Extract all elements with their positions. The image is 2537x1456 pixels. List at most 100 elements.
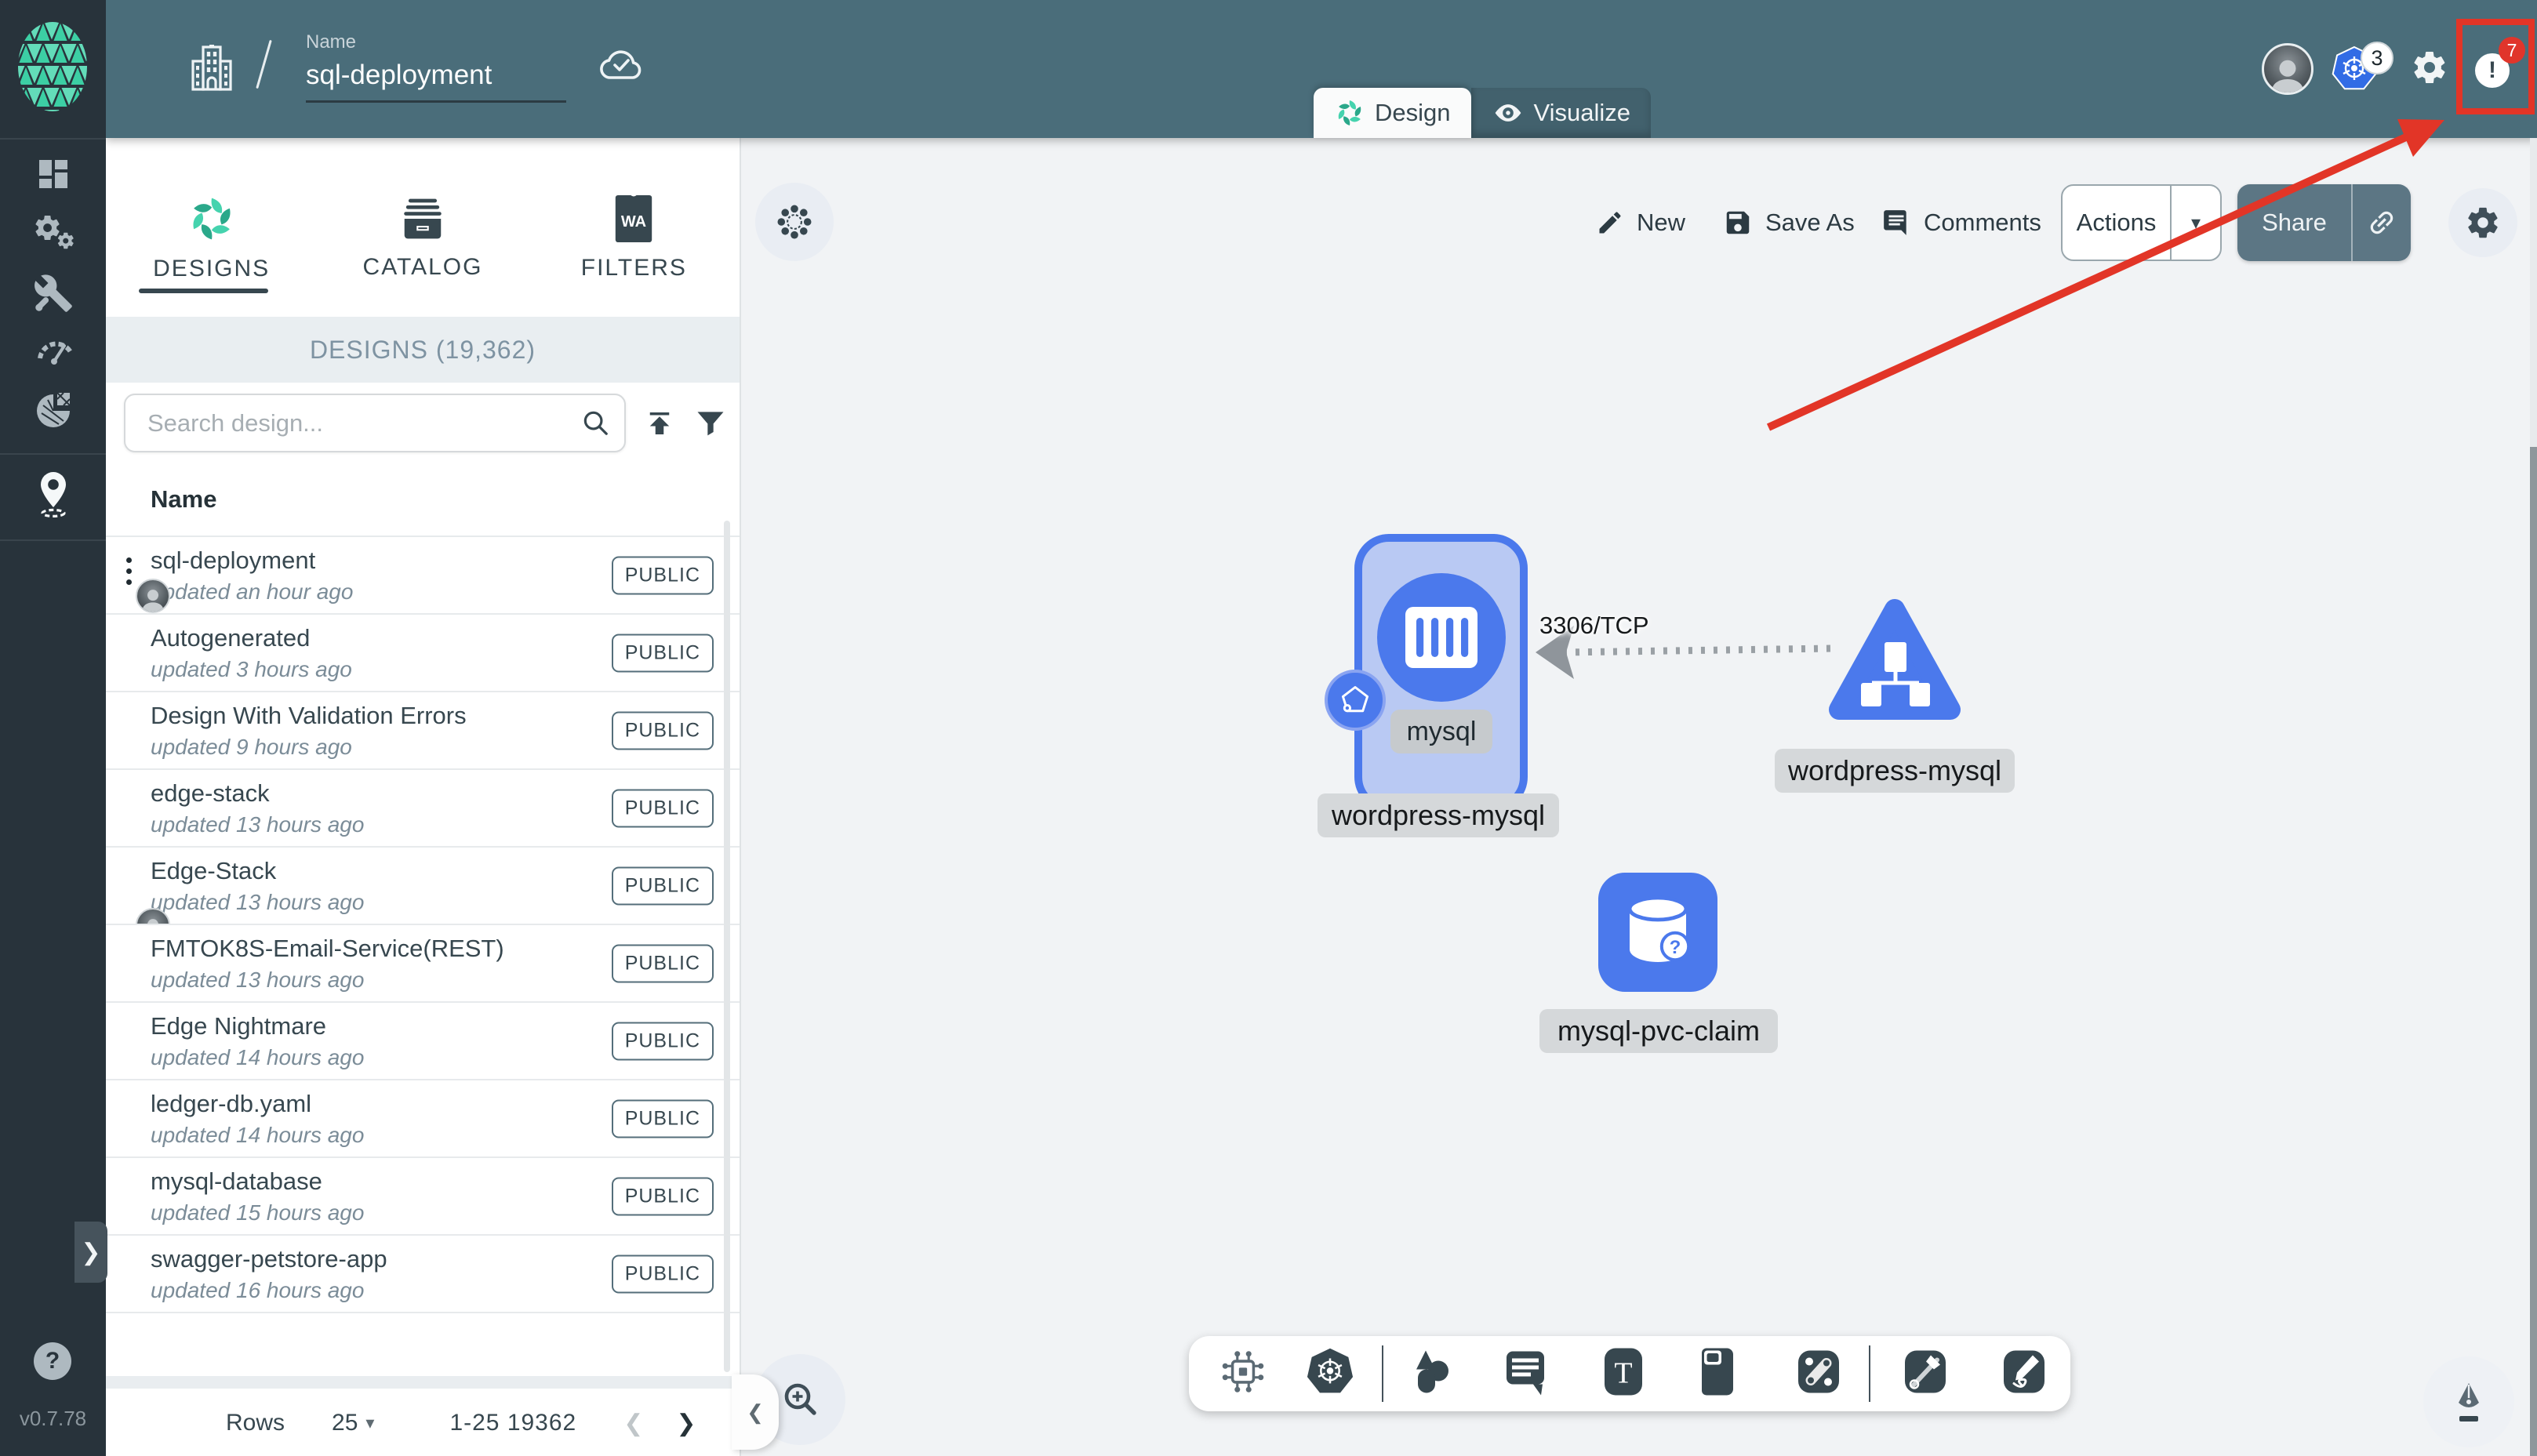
map-pin-icon [40,472,66,517]
designs-panel: DESIGNS CATALOG WA FILTERS DESIGNS (19,3… [106,138,741,1456]
svg-text:T: T [1614,1357,1632,1390]
upload-icon [649,412,670,434]
table-row[interactable]: edge-stack updated 13 hours ago PUBLIC [106,770,740,848]
chevron-right-icon: ❯ [81,1239,101,1265]
canvas-settings-button[interactable] [2448,188,2517,257]
left-nav-rail: ❯ ? v0.7.78 [0,0,107,1456]
shapes-tool[interactable] [1408,1348,1456,1400]
filter-designs-button[interactable] [693,406,728,441]
dashboard-icon [38,160,67,188]
design-canvas[interactable]: New Save As Comments Actions ▾ Share 330… [741,138,2537,1456]
sidebar-expand-button[interactable]: ❯ [75,1222,107,1283]
panel-collapse-button[interactable]: ❮ [732,1374,779,1450]
gear-icon [2468,207,2498,238]
search-icon [580,408,610,441]
pagination-bar: Rows 25 ▾ 1-25 19362 ❮ ❯ [106,1389,740,1456]
sticky-rectangle-tool[interactable] [1700,1347,1741,1401]
tab-design[interactable]: Design [1314,88,1471,138]
pen-edge-draw-tool[interactable] [1903,1348,1948,1400]
mesh-dots-icon [777,205,812,239]
tab-catalog[interactable]: CATALOG [317,138,528,317]
design-name-underline [306,100,566,103]
sidebar-item-configuration[interactable] [0,263,106,323]
catalog-archive-icon [404,198,442,239]
node-pod-wordpress-mysql[interactable]: mysql [1325,534,1528,812]
top-header: Name sql-deployment Design Visualize 3 !… [106,0,2537,138]
sidebar-item-performance[interactable] [0,320,106,379]
actions-button[interactable]: Actions ▾ [2061,184,2222,261]
previous-page-button[interactable]: ❮ [623,1410,643,1437]
tab-visualize[interactable]: Visualize [1470,88,1652,138]
user-avatar[interactable] [2262,43,2313,95]
canvas-mesh-button[interactable] [755,183,834,261]
design-name-label: Name [306,31,357,53]
actions-dropdown-caret[interactable]: ▾ [2172,212,2220,234]
table-row[interactable]: sql-deployment updated an hour ago PUBLI… [106,537,740,615]
tab-visualize-label: Visualize [1533,99,1631,126]
notification-count-badge: 7 [2499,37,2525,64]
copy-link-button[interactable] [2353,207,2411,238]
link-edge-tool[interactable] [1795,1348,1842,1400]
new-button[interactable]: New [1596,184,1685,261]
pencil-curl-icon [2004,1350,2045,1393]
sidebar-item-extensions[interactable] [0,381,106,441]
design-name-field[interactable]: Name sql-deployment [306,31,566,103]
comments-button[interactable]: Comments [1881,184,2041,261]
pen-mode-button[interactable] [2423,1356,2514,1447]
upload-design-button[interactable] [643,407,676,440]
breadcrumb-separator [256,39,272,89]
table-row[interactable]: Edge-Stack updated 13 hours ago PUBLIC [106,848,740,925]
cloud-saved-icon [598,47,644,85]
table-row[interactable]: swagger-petstore-app updated 16 hours ago… [106,1236,740,1313]
page-scrollbar-thumb[interactable] [2530,447,2537,1456]
header-settings-button[interactable] [2411,49,2448,86]
component-chip-tool[interactable] [1219,1348,1267,1400]
tab-catalog-label: CATALOG [362,254,483,280]
row-kebab-menu[interactable] [126,557,132,585]
table-row[interactable]: Autogenerated updated 3 hours ago PUBLIC [106,615,740,692]
table-row[interactable]: Design With Validation Errors updated 9 h… [106,692,740,770]
sidebar-item-lifecycle[interactable] [0,204,106,263]
tab-filters[interactable]: WA FILTERS [529,138,740,317]
text-tool-icon: T [1605,1348,1642,1396]
speedometer-icon [37,341,73,365]
kubernetes-context-count-badge[interactable]: 3 [2361,42,2393,74]
table-row[interactable]: FMTOK8S-Email-Service(REST) updated 13 ho… [106,925,740,1003]
search-input[interactable] [124,394,626,452]
save-as-button[interactable]: Save As [1723,184,1855,261]
kubernetes-tool[interactable] [1304,1346,1356,1402]
chevron-down-icon: ▾ [365,1413,375,1432]
visibility-badge: PUBLIC [611,1177,714,1215]
meshery-app-window: ❯ ? v0.7.78 Name sql-deployment Design V… [0,0,2537,1456]
table-row[interactable]: mysql-database updated 15 hours ago PUBLI… [106,1158,740,1236]
organization-icon[interactable] [189,44,234,96]
freehand-draw-tool[interactable] [2001,1348,2047,1400]
meshery-logo[interactable] [17,20,88,113]
share-button[interactable]: Share [2237,184,2411,261]
node-label-service[interactable]: wordpress-mysql [1775,749,2015,793]
volume-cylinder-icon: ? [1627,895,1691,962]
table-row[interactable]: Edge Nightmare updated 14 hours ago PUBLI… [106,1003,740,1080]
help-button[interactable]: ? [34,1342,71,1380]
notes-tool[interactable] [1502,1347,1549,1401]
comment-icon [1884,210,1906,235]
node-pvc-mysql-pvc-claim[interactable]: ? [1598,873,1717,992]
rows-per-page-select[interactable]: 25 ▾ [332,1410,374,1436]
text-tool[interactable]: T [1601,1347,1645,1401]
pagination-range: 1-25 19362 [449,1410,577,1436]
next-page-button[interactable]: ❯ [676,1410,696,1437]
table-row[interactable]: ledger-db.yaml updated 14 hours ago PUBLI… [106,1080,740,1158]
svg-text:WA: WA [621,213,646,231]
list-scrollbar[interactable] [724,521,730,1372]
sidebar-item-anchor-pin[interactable] [0,464,106,524]
tab-filters-label: FILTERS [580,255,687,281]
design-name-value[interactable]: sql-deployment [306,60,566,91]
rail-divider [0,453,106,455]
design-spiral-icon [1338,100,1361,125]
node-label-pvc[interactable]: mysql-pvc-claim [1539,1009,1778,1053]
node-service-wordpress-mysql[interactable] [1828,595,1961,724]
sidebar-item-dashboard[interactable] [0,144,106,204]
container-circle[interactable] [1377,573,1506,702]
node-label-pod[interactable]: wordpress-mysql [1318,793,1559,837]
pod-pentagon-badge[interactable] [1325,670,1386,731]
